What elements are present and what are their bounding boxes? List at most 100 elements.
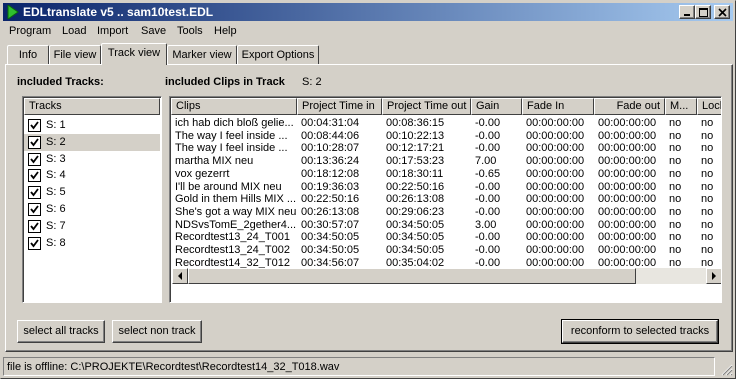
table-cell: 00:00:00:00 (526, 142, 585, 155)
maximize-button[interactable] (695, 5, 711, 19)
select-non-track-button[interactable]: select non track (112, 320, 202, 343)
reconform-button[interactable]: reconform to selected tracks (561, 319, 719, 344)
menu-help[interactable]: Help (214, 25, 237, 37)
horizontal-scrollbar[interactable] (172, 268, 721, 284)
column-header[interactable]: Clips (171, 98, 297, 115)
table-cell: 00:00:00:00 (526, 244, 585, 256)
table-row[interactable]: Gold in them Hills MIX ... 00:22:50:16 00:… (170, 193, 721, 206)
table-row[interactable]: The way I feel inside ... 00:10:28:07 00:1… (170, 142, 721, 155)
track-row[interactable]: S: 1 (24, 117, 160, 134)
track-checkbox[interactable] (28, 152, 41, 166)
menu-import[interactable]: Import (97, 25, 128, 37)
table-cell: no (701, 180, 714, 193)
tracks-column-header[interactable]: Tracks (24, 98, 160, 115)
tab-strip: Info File view Track view Marker view Ex… (5, 43, 733, 65)
column-header[interactable]: Locke (697, 98, 721, 115)
table-cell: 00:00:00:00 (526, 117, 585, 129)
table-cell: 00:17:53:23 (386, 155, 445, 168)
scroll-left-button[interactable] (172, 268, 188, 284)
track-label: S: 5 (46, 186, 66, 199)
column-header[interactable]: Fade out (594, 98, 665, 115)
tracks-list[interactable]: Tracks S: 1 S: 2 S: 3 S: 4 S: 5 S: 6 S: 7 S: 8 (22, 96, 162, 303)
table-row[interactable]: vox gezerrt 00:18:12:08 00:18:30:11 -0.65 00… (170, 168, 721, 181)
track-checkbox[interactable] (28, 169, 41, 183)
table-cell: 00:00:00:00 (526, 205, 585, 218)
table-cell: Gold in them Hills MIX ... (175, 193, 297, 206)
checkmark-icon (30, 222, 39, 231)
clips-table[interactable]: Clips Project Time in Project Time out Gain… (169, 96, 722, 303)
column-header[interactable]: M... (665, 98, 697, 115)
table-cell: -0.00 (475, 193, 501, 206)
table-row[interactable]: martha MIX neu 00:13:36:24 00:17:53:23 7.00… (170, 155, 721, 168)
table-cell: vox gezerrt (175, 167, 230, 180)
menu-program[interactable]: Program (9, 25, 51, 37)
table-cell: no (701, 256, 714, 269)
track-row[interactable]: S: 8 (24, 235, 160, 252)
checkmark-icon (30, 239, 39, 248)
tab-file-view[interactable]: File view (49, 45, 101, 64)
table-row[interactable]: Recordtest13_24_T002 00:34:50:05 00:34:50:… (170, 244, 721, 257)
table-cell: 00:00:00:00 (598, 117, 657, 129)
table-cell: no (701, 117, 714, 129)
track-checkbox[interactable] (28, 236, 41, 250)
table-cell: no (669, 155, 682, 168)
track-row[interactable]: S: 6 (24, 201, 160, 218)
title-bar[interactable]: EDLtranslate v5 .. sam10test.EDL (3, 3, 733, 21)
select-all-tracks-button[interactable]: select all tracks (17, 320, 105, 343)
table-row[interactable]: NDSvsTomE_2gether4... 00:30:57:07 00:34:50… (170, 219, 721, 232)
table-cell: 00:18:12:08 (301, 167, 360, 180)
table-cell: -0.00 (475, 129, 501, 142)
scroll-right-button[interactable] (706, 268, 721, 284)
close-button[interactable] (714, 5, 730, 19)
table-cell: The way I feel inside ... (175, 129, 288, 142)
column-header[interactable]: Fade In (522, 98, 594, 115)
track-checkbox[interactable] (28, 219, 41, 233)
table-cell: 00:00:00:00 (526, 231, 585, 244)
track-row[interactable]: S: 4 (24, 167, 160, 184)
table-row[interactable]: Recordtest13_24_T001 00:34:50:05 00:34:50:… (170, 231, 721, 244)
track-checkbox[interactable] (28, 135, 41, 149)
track-row[interactable]: S: 2 (24, 133, 160, 151)
window-title: EDLtranslate v5 .. sam10test.EDL (23, 5, 214, 19)
table-cell: -0.00 (475, 117, 501, 129)
table-cell: 00:30:57:07 (301, 218, 360, 231)
menu-tools[interactable]: Tools (177, 25, 203, 37)
table-cell: Recordtest13_24_T001 (175, 231, 290, 244)
table-row[interactable]: The way I feel inside ... 00:08:44:06 00:1… (170, 130, 721, 143)
table-cell: 00:08:44:06 (301, 129, 360, 142)
table-row[interactable]: ich hab dich bloß gelie... 00:04:31:04 00:… (170, 117, 721, 130)
column-header[interactable]: Gain (471, 98, 522, 115)
column-header[interactable]: Project Time in (297, 98, 382, 115)
track-row[interactable]: S: 5 (24, 184, 160, 201)
track-label: S: 4 (46, 169, 66, 182)
table-cell: 00:00:00:00 (526, 193, 585, 206)
tab-info[interactable]: Info (7, 45, 49, 64)
track-checkbox[interactable] (28, 186, 41, 200)
table-cell: -0.65 (475, 167, 501, 180)
table-cell: 00:34:50:05 (386, 218, 445, 231)
size-grip-icon[interactable] (719, 362, 733, 376)
table-cell: 00:29:06:23 (386, 205, 445, 218)
menu-load[interactable]: Load (62, 25, 86, 37)
tab-track-view[interactable]: Track view (101, 43, 167, 65)
track-checkbox[interactable] (28, 203, 41, 216)
track-row[interactable]: S: 7 (24, 218, 160, 235)
scroll-thumb[interactable] (188, 268, 636, 284)
table-cell: -0.00 (475, 142, 501, 155)
menu-save[interactable]: Save (141, 25, 166, 37)
table-cell: 00:04:31:04 (301, 117, 360, 129)
table-cell: 00:00:00:00 (526, 256, 585, 269)
tab-marker-view[interactable]: Marker view (167, 45, 237, 64)
table-cell: -0.00 (475, 244, 501, 256)
table-row[interactable]: She's got a way MIX neu 00:26:13:08 00:29:… (170, 206, 721, 219)
track-checkbox[interactable] (28, 119, 41, 132)
minimize-button[interactable] (679, 5, 695, 19)
arrow-right-icon (712, 272, 716, 280)
tab-export-options[interactable]: Export Options (237, 45, 319, 64)
track-row[interactable]: S: 3 (24, 151, 160, 168)
column-header[interactable]: Project Time out (382, 98, 471, 115)
table-cell: NDSvsTomE_2gether4... (175, 218, 297, 231)
table-row[interactable]: I'll be around MIX neu 00:19:36:03 00:22:5… (170, 181, 721, 194)
table-cell: no (701, 244, 714, 256)
table-cell: 00:00:00:00 (598, 129, 657, 142)
